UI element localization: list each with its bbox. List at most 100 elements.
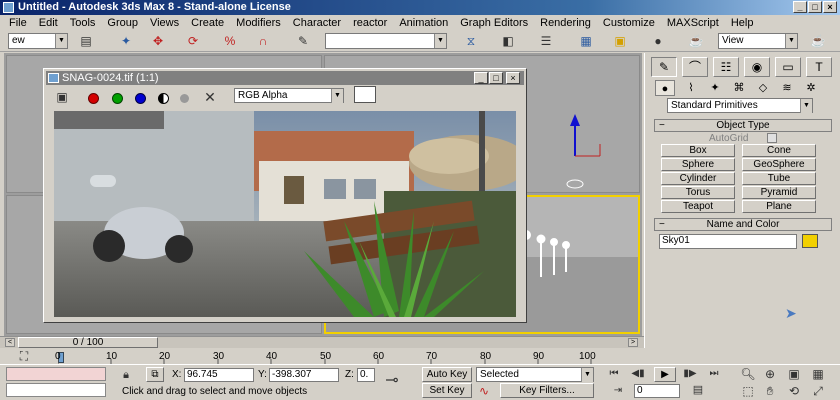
select-move-icon[interactable]: ✥ — [150, 33, 166, 49]
box-button[interactable]: Box — [661, 144, 735, 157]
curve-editor-icon[interactable]: ▦ — [578, 33, 594, 49]
lock-selection-icon[interactable]: 🔒︎ — [118, 367, 134, 383]
current-frame-input[interactable]: 0 — [634, 384, 680, 398]
lights-icon[interactable]: ✦ — [705, 80, 725, 96]
next-frame-icon[interactable]: > — [628, 338, 638, 347]
render-maximize-button[interactable]: □ — [489, 72, 503, 84]
select-by-name-icon[interactable]: ▤ — [78, 33, 94, 49]
create-tab[interactable]: ✎ — [651, 57, 677, 77]
time-slider-thumb[interactable]: 0 / 100 — [18, 337, 158, 348]
time-slider[interactable]: < 0 / 100 > — [0, 336, 644, 348]
zoom-extents-all-icon[interactable]: ▦ — [810, 366, 826, 382]
menu-animation[interactable]: Animation — [399, 17, 448, 29]
helpers-icon[interactable]: ◇ — [753, 80, 773, 96]
layer-manager-icon[interactable]: ☰ — [538, 33, 554, 49]
rotate-icon[interactable]: ⟳ — [185, 33, 201, 49]
space-warps-icon[interactable]: ≋ — [777, 80, 797, 96]
curve-editor-mini-icon[interactable]: ⛶ — [16, 348, 32, 364]
utilities-tab[interactable]: T — [806, 57, 832, 77]
menu-help[interactable]: Help — [731, 17, 754, 29]
torus-button[interactable]: Torus — [661, 186, 735, 199]
menu-edit[interactable]: Edit — [39, 17, 58, 29]
tube-button[interactable]: Tube — [742, 172, 816, 185]
render-window-titlebar[interactable]: SNAG-0024.tif (1:1) _ □ × — [46, 71, 524, 85]
close-button[interactable]: × — [823, 1, 837, 13]
walk-icon[interactable]: ✦ — [118, 33, 134, 49]
zoom-extents-icon[interactable]: ▣ — [786, 366, 802, 382]
maximize-viewport-icon[interactable]: ⤢ — [810, 383, 826, 399]
cylinder-button[interactable]: Cylinder — [661, 172, 735, 185]
menu-tools[interactable]: Tools — [70, 17, 96, 29]
menu-views[interactable]: Views — [150, 17, 179, 29]
menu-character[interactable]: Character — [293, 17, 341, 29]
schematic-view-icon[interactable]: ▣ — [612, 33, 628, 49]
snap-icon[interactable]: ∩ — [255, 33, 271, 49]
pan-icon[interactable]: ✋︎ — [762, 383, 778, 399]
key-mode-toggle-icon[interactable]: ⇥ — [610, 383, 626, 399]
menu-file[interactable]: File — [9, 17, 27, 29]
x-coordinate-input[interactable]: 96.745 — [184, 368, 254, 382]
menu-group[interactable]: Group — [107, 17, 138, 29]
material-editor-icon[interactable]: ● — [650, 33, 666, 49]
object-type-rollout[interactable]: − Object Type — [654, 119, 832, 132]
green-channel-icon[interactable] — [112, 93, 123, 104]
pyramid-button[interactable]: Pyramid — [742, 186, 816, 199]
clear-icon[interactable]: ✕ — [202, 89, 218, 105]
hierarchy-tab[interactable]: ☷ — [713, 57, 739, 77]
max-app-icon[interactable] — [3, 2, 14, 13]
motion-tab[interactable]: ◉ — [744, 57, 770, 77]
menu-reactor[interactable]: reactor — [353, 17, 387, 29]
maxscript-listener-pink[interactable] — [6, 367, 106, 381]
orbit-icon[interactable]: ⟲ — [786, 383, 802, 399]
edit-named-selection-icon[interactable]: ✎ — [295, 33, 311, 49]
object-name-input[interactable]: Sky01 — [659, 234, 797, 249]
scale-icon[interactable]: % — [222, 33, 238, 49]
modify-tab[interactable]: ⌒ — [682, 57, 708, 77]
key-icon[interactable]: ⊸ — [384, 373, 400, 389]
render-scene-icon[interactable]: ☕ — [688, 33, 704, 49]
maximize-button[interactable]: □ — [808, 1, 822, 13]
absolute-mode-button[interactable]: ⧉ — [146, 367, 164, 382]
menu-create[interactable]: Create — [191, 17, 224, 29]
time-configuration-icon[interactable]: ▤ — [690, 382, 706, 398]
render-minimize-button[interactable]: _ — [474, 72, 488, 84]
blue-channel-icon[interactable] — [135, 93, 146, 104]
background-color-swatch[interactable] — [354, 86, 376, 103]
geometry-icon[interactable]: ● — [655, 80, 675, 96]
named-selection-combo[interactable]: ▼ — [325, 33, 447, 49]
menu-maxscript[interactable]: MAXScript — [667, 17, 719, 29]
menu-graph-editors[interactable]: Graph Editors — [460, 17, 528, 29]
render-close-button[interactable]: × — [506, 72, 520, 84]
geosphere-button[interactable]: GeoSphere — [742, 158, 816, 171]
teapot-button[interactable]: Teapot — [661, 200, 735, 213]
save-icon[interactable]: ▣ — [54, 89, 70, 105]
quick-render-icon[interactable]: ☕ — [810, 33, 826, 49]
mirror-icon[interactable]: ⧖ — [463, 33, 479, 49]
maxscript-listener-white[interactable] — [6, 383, 106, 397]
red-channel-icon[interactable] — [88, 93, 99, 104]
z-coordinate-input[interactable]: 0. — [357, 368, 375, 382]
mono-channel-icon[interactable] — [180, 94, 189, 103]
sphere-button[interactable]: Sphere — [661, 158, 735, 171]
name-color-rollout[interactable]: − Name and Color — [654, 218, 832, 231]
key-filters-button[interactable]: Key Filters... — [500, 383, 594, 398]
display-tab[interactable]: ▭ — [775, 57, 801, 77]
key-tangent-icon[interactable]: ∿ — [476, 383, 492, 399]
zoom-all-icon[interactable]: ⊕ — [762, 366, 778, 382]
region-zoom-icon[interactable]: ⬚ — [740, 383, 756, 399]
shapes-icon[interactable]: ⌇ — [681, 80, 701, 96]
track-bar[interactable]: ⛶ 0 10 20 30 40 50 60 70 80 90 100 — [0, 348, 644, 364]
render-frame-window[interactable]: SNAG-0024.tif (1:1) _ □ × ▣ ✕ RGB Alpha … — [43, 68, 527, 323]
go-to-end-icon[interactable]: ⏭ — [706, 366, 722, 382]
systems-icon[interactable]: ✲ — [801, 80, 821, 96]
menu-modifiers[interactable]: Modifiers — [236, 17, 281, 29]
zoom-icon[interactable]: 🔍︎ — [740, 366, 756, 382]
key-mode-combo[interactable]: Selected ▼ — [476, 367, 594, 382]
plane-button[interactable]: Plane — [742, 200, 816, 213]
prev-frame-icon[interactable]: < — [5, 338, 15, 347]
previous-key-icon[interactable]: ◀▮ — [630, 366, 646, 382]
menu-customize[interactable]: Customize — [603, 17, 655, 29]
next-key-icon[interactable]: ▮▶ — [682, 366, 698, 382]
autogrid-checkbox[interactable] — [767, 133, 777, 143]
play-button[interactable]: ▶ — [654, 367, 676, 382]
